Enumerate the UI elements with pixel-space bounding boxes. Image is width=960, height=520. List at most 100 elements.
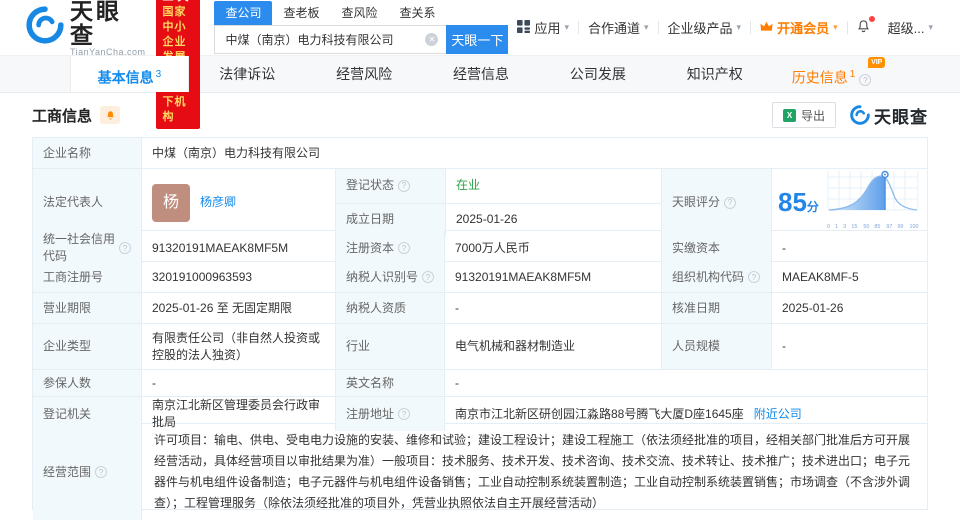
tab-operating-info[interactable]: 经营信息 bbox=[423, 56, 540, 92]
table-row: 登记机关 南京江北新区管理委员会行政审批局 注册地址? 南京市江北新区研创园江淼… bbox=[33, 396, 927, 431]
score-axis-tick: 50 bbox=[863, 224, 870, 230]
field-label: 法定代表人 bbox=[33, 169, 141, 236]
field-label: 营业期限 bbox=[33, 293, 141, 323]
search-button[interactable]: 天眼一下 bbox=[446, 25, 509, 54]
registration-number: 320191000963593 bbox=[141, 262, 335, 292]
tab-label: 经营风险 bbox=[336, 66, 393, 82]
field-label: 行业 bbox=[335, 324, 444, 369]
score-axis-tick: 85 bbox=[874, 224, 881, 230]
table-row: 统一社会信用代码? 91320191MAEAK8MF5M 注册资本? 7000万… bbox=[33, 230, 927, 265]
registration-status: 在业 bbox=[445, 169, 662, 203]
organization-code: MAEAK8MF-5 bbox=[771, 262, 929, 292]
user-menu[interactable]: 超级... ▾ bbox=[879, 18, 942, 37]
help-icon[interactable]: ? bbox=[398, 408, 411, 420]
business-info-table: 企业名称 中煤（南京）电力科技有限公司 法定代表人 杨 杨彦卿 登记状态? 在业… bbox=[32, 137, 929, 520]
score-axis-tick: 1 bbox=[835, 224, 839, 230]
tab-intellectual-property[interactable]: 知识产权 bbox=[656, 56, 773, 92]
score-axis-tick: 100 bbox=[909, 224, 919, 230]
help-icon[interactable]: ? bbox=[95, 466, 108, 478]
nav-partner-label: 合作通道 bbox=[587, 21, 640, 36]
top-nav: 应用 ▾ 合作通道 ▾ 企业级产品 ▾ 开通会员 ▾ 超级... ▾ bbox=[508, 15, 942, 37]
chevron-down-icon: ▾ bbox=[833, 22, 838, 32]
field-label: 纳税人资质 bbox=[335, 293, 444, 323]
tianyancha-watermark: 天眼查 bbox=[850, 103, 928, 128]
tab-label: 基本信息 bbox=[97, 69, 154, 86]
nav-enterprise-label: 企业级产品 bbox=[667, 21, 733, 36]
nav-apps-label: 应用 bbox=[534, 21, 561, 36]
top-header: 天眼查 TianYanCha.com 都在用的商业查询工具 国家中小企业发展子基… bbox=[0, 0, 960, 129]
logo-subtitle: TianYanCha.com bbox=[70, 46, 146, 57]
nav-enterprise-products[interactable]: 企业级产品 ▾ bbox=[659, 18, 751, 37]
help-icon[interactable]: ? bbox=[859, 74, 872, 87]
help-icon[interactable]: ? bbox=[398, 179, 411, 192]
tab-legal-proceedings[interactable]: 法律诉讼 bbox=[189, 56, 306, 92]
search-input[interactable] bbox=[214, 25, 447, 54]
nav-apps[interactable]: 应用 ▾ bbox=[508, 18, 578, 37]
table-row: 企业名称 中煤（南京）电力科技有限公司 bbox=[33, 138, 927, 168]
score-axis-tick: 0 bbox=[827, 224, 831, 230]
page-tab-bar: 基本信息 3 法律诉讼 经营风险 经营信息 公司发展 知识产权 VIP 历史信息 1… bbox=[0, 55, 960, 93]
help-icon[interactable]: ? bbox=[724, 196, 737, 209]
logo-title: 天眼查 bbox=[70, 0, 122, 48]
taxpayer-id: 91320191MAEAK8MF5M bbox=[444, 262, 661, 292]
business-scope: 许可项目：输电、供电、受电电力设施的安装、维修和试验；建设工程设计；建设工程施工… bbox=[141, 424, 929, 520]
search-block: 查公司 查老板 查风险 查关系 ✕ 天眼一下 bbox=[214, 1, 509, 54]
field-label: 经营范围? bbox=[33, 424, 141, 520]
export-label: 导出 bbox=[800, 108, 825, 123]
status-badge[interactable]: 在业 bbox=[456, 177, 480, 194]
tab-label: 公司发展 bbox=[569, 66, 626, 82]
monitor-bell-icon[interactable] bbox=[100, 106, 121, 124]
table-row: 营业期限 2025-01-26 至 无固定期限 纳税人资质 - 核准日期 202… bbox=[33, 292, 927, 323]
field-label: 登记状态? bbox=[336, 169, 445, 203]
vip-badge: VIP bbox=[868, 57, 886, 68]
nav-membership-label: 开通会员 bbox=[777, 21, 830, 36]
chevron-down-icon: ▾ bbox=[736, 22, 742, 32]
approval-date: 2025-01-26 bbox=[771, 293, 929, 323]
field-label: 实缴资本 bbox=[661, 231, 771, 265]
search-tab-relation[interactable]: 查关系 bbox=[388, 1, 446, 25]
tab-history-info[interactable]: VIP 历史信息 1? bbox=[773, 56, 890, 92]
nav-open-membership[interactable]: 开通会员 ▾ bbox=[751, 18, 847, 37]
avatar[interactable]: 杨 bbox=[152, 183, 190, 222]
nearby-companies-link[interactable]: 附近公司 bbox=[754, 406, 802, 423]
table-row: 法定代表人 杨 杨彦卿 登记状态? 在业 成立日期 2025-01-26 天眼评… bbox=[33, 168, 927, 236]
tab-company-development[interactable]: 公司发展 bbox=[539, 56, 656, 92]
paid-in-capital: - bbox=[771, 231, 929, 265]
legal-rep-link[interactable]: 杨彦卿 bbox=[200, 194, 236, 211]
tab-count: 1 bbox=[849, 69, 856, 80]
notification-dot bbox=[868, 15, 875, 22]
taxpayer-qualification: - bbox=[444, 293, 661, 323]
excel-icon: X bbox=[782, 108, 796, 122]
export-button[interactable]: X 导出 bbox=[771, 102, 836, 128]
staff-size: - bbox=[771, 324, 929, 369]
help-icon[interactable]: ? bbox=[398, 242, 411, 254]
registered-capital: 7000万人民币 bbox=[444, 231, 661, 265]
search-tab-boss[interactable]: 查老板 bbox=[272, 1, 330, 25]
score-axis-tick: 15 bbox=[851, 224, 858, 230]
help-icon[interactable]: ? bbox=[748, 271, 761, 283]
chevron-down-icon: ▾ bbox=[928, 22, 933, 32]
search-tab-company[interactable]: 查公司 bbox=[214, 1, 273, 25]
help-icon[interactable]: ? bbox=[422, 271, 434, 283]
score-distribution-chart: 0 1 3 15 50 85 97 99 100 bbox=[827, 169, 921, 236]
watermark-text: 天眼查 bbox=[874, 107, 928, 127]
notification-bell-icon[interactable] bbox=[848, 15, 879, 37]
tab-count: 3 bbox=[155, 69, 162, 80]
table-row: 企业类型 有限责任公司（非自然人投资或控股的法人独资） 行业 电气机械和器材制造… bbox=[33, 323, 927, 369]
legal-rep-cell: 杨 杨彦卿 bbox=[141, 169, 335, 236]
search-tab-risk[interactable]: 查风险 bbox=[330, 1, 388, 25]
help-icon[interactable]: ? bbox=[119, 242, 131, 254]
field-label: 英文名称 bbox=[335, 370, 444, 396]
tab-operating-risk[interactable]: 经营风险 bbox=[306, 56, 423, 92]
industry: 电气机械和器材制造业 bbox=[444, 324, 661, 369]
tianyancha-logo[interactable]: 天眼查 TianYanCha.com bbox=[26, 0, 146, 57]
status-date-group: 登记状态? 在业 成立日期 2025-01-26 bbox=[335, 169, 662, 236]
chevron-down-icon: ▾ bbox=[564, 22, 569, 32]
field-label: 工商注册号 bbox=[33, 262, 141, 292]
nav-partner-channel[interactable]: 合作通道 ▾ bbox=[579, 18, 658, 37]
tianyan-score: 85分 0 1 3 15 50 85 97 99 100 bbox=[771, 169, 929, 236]
table-row: 参保人数 - 英文名称 - bbox=[33, 369, 927, 396]
tab-basic-info[interactable]: 基本信息 3 bbox=[70, 56, 189, 92]
crown-icon bbox=[760, 20, 773, 35]
business-term: 2025-01-26 至 无固定期限 bbox=[141, 293, 335, 323]
